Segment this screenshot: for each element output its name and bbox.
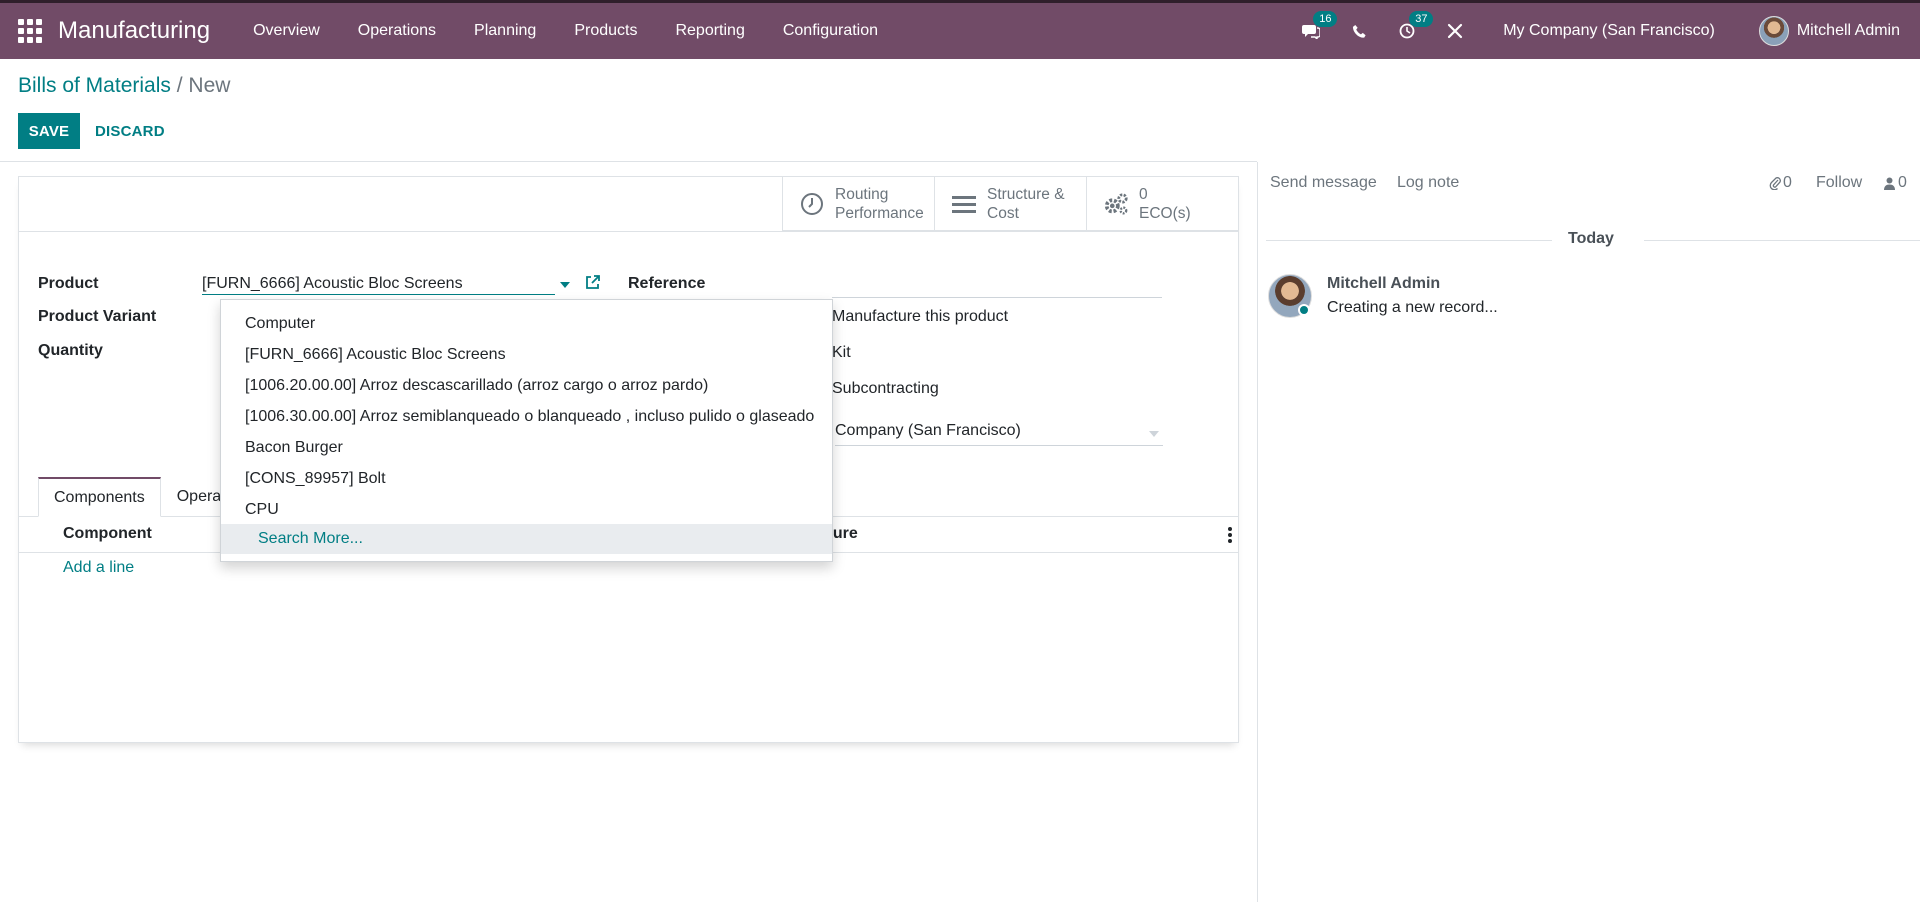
- gears-icon: [1103, 191, 1129, 217]
- save-button[interactable]: SAVE: [18, 113, 80, 149]
- external-link-icon[interactable]: [584, 274, 602, 292]
- menu-planning[interactable]: Planning: [474, 22, 536, 40]
- product-dropdown-caret-icon[interactable]: [560, 282, 570, 288]
- dropdown-item[interactable]: Bacon Burger: [245, 439, 343, 457]
- company-switcher[interactable]: My Company (San Francisco): [1503, 22, 1715, 40]
- menu-overview[interactable]: Overview: [253, 22, 320, 40]
- dropdown-item[interactable]: [1006.30.00.00] Arroz semiblanqueado o b…: [245, 408, 814, 426]
- message-body: Creating a new record...: [1327, 299, 1498, 316]
- user-name: Mitchell Admin: [1796, 22, 1900, 39]
- product-label: Product: [38, 275, 99, 292]
- eco-label: 0 ECO(s): [1139, 186, 1191, 222]
- search-more-label: Search More...: [258, 530, 363, 547]
- online-status-icon: [1298, 304, 1310, 316]
- clock-icon: [799, 191, 825, 217]
- routing-performance-label: Routing Performance: [835, 186, 924, 222]
- date-divider-right: [1644, 240, 1920, 241]
- user-avatar: [1758, 16, 1789, 46]
- follow-button[interactable]: Follow: [1816, 174, 1862, 192]
- messages-badge: 16: [1313, 11, 1338, 27]
- structure-cost-button[interactable]: Structure & Cost: [934, 177, 1086, 231]
- bars-icon: [951, 191, 977, 217]
- followers-count: 0: [1898, 174, 1907, 191]
- bom-type-kit[interactable]: Kit: [832, 344, 851, 362]
- log-note-button[interactable]: Log note: [1397, 174, 1459, 192]
- date-divider-left: [1266, 240, 1552, 241]
- messages-icon[interactable]: 16: [1301, 11, 1338, 41]
- app-name[interactable]: Manufacturing: [58, 17, 210, 45]
- menu-products[interactable]: Products: [574, 22, 637, 40]
- product-variant-label: Product Variant: [38, 308, 157, 325]
- reference-label: Reference: [628, 275, 706, 292]
- breadcrumb-parent[interactable]: Bills of Materials: [18, 74, 171, 97]
- routing-performance-button[interactable]: Routing Performance: [782, 177, 934, 231]
- tab-components[interactable]: Components: [38, 477, 161, 517]
- smart-button-box: Routing Performance Structure & Cost 0 ECO(…: [782, 177, 1238, 231]
- apps-menu-icon[interactable]: [18, 19, 42, 43]
- phone-icon[interactable]: [1349, 21, 1369, 41]
- attachments-button[interactable]: 0: [1769, 174, 1792, 192]
- bom-type-subcontracting[interactable]: Subcontracting: [832, 380, 939, 398]
- reference-input[interactable]: [832, 297, 1162, 298]
- breadcrumb-separator: /: [176, 74, 183, 97]
- paperclip-icon: [1769, 177, 1781, 190]
- message-author[interactable]: Mitchell Admin: [1327, 275, 1440, 293]
- company-select-value: Company (San Francisco): [835, 422, 1021, 439]
- breadcrumb-current: New: [188, 74, 231, 97]
- quantity-label: Quantity: [38, 342, 103, 359]
- chevron-down-icon: [1149, 431, 1159, 437]
- menu-operations[interactable]: Operations: [358, 22, 436, 40]
- dropdown-item[interactable]: [FURN_6666] Acoustic Bloc Screens: [245, 346, 506, 364]
- user-icon: [1884, 177, 1895, 190]
- dropdown-item[interactable]: CPU: [245, 501, 279, 519]
- dropdown-item[interactable]: [CONS_89957] Bolt: [245, 470, 386, 488]
- activities-icon[interactable]: 37: [1397, 11, 1434, 41]
- user-menu[interactable]: Mitchell Admin: [1758, 16, 1900, 46]
- add-line-link[interactable]: Add a line: [63, 559, 134, 577]
- activities-badge: 37: [1409, 11, 1434, 27]
- chatter-panel: Send message Log note 0 Follow 0 Today M…: [1257, 162, 1920, 902]
- optional-columns-icon[interactable]: [1228, 527, 1232, 543]
- search-more-item[interactable]: Search More...: [221, 524, 832, 554]
- eco-button[interactable]: 0 ECO(s): [1086, 177, 1238, 231]
- company-select[interactable]: Company (San Francisco): [835, 422, 1163, 446]
- breadcrumb: Bills of Materials / New: [18, 74, 230, 98]
- dropdown-item[interactable]: [1006.20.00.00] Arroz descascarillado (a…: [245, 377, 708, 395]
- top-navbar: Manufacturing Overview Operations Planni…: [0, 0, 1920, 59]
- bom-type-manufacture[interactable]: Manufacture this product: [832, 308, 1008, 326]
- menu-reporting[interactable]: Reporting: [675, 22, 744, 40]
- structure-cost-label: Structure & Cost: [987, 186, 1065, 222]
- date-divider-label: Today: [1568, 230, 1614, 247]
- tools-icon[interactable]: [1445, 21, 1465, 41]
- notebook-tabs: Components Operat: [38, 477, 242, 517]
- attachments-count: 0: [1783, 174, 1792, 191]
- discard-button[interactable]: DISCARD: [95, 113, 165, 149]
- column-component[interactable]: Component: [63, 525, 152, 543]
- product-autocomplete-dropdown: Computer [FURN_6666] Acoustic Bloc Scree…: [220, 299, 833, 562]
- button-box-divider: [19, 231, 1238, 232]
- dropdown-item[interactable]: Computer: [245, 315, 315, 333]
- send-message-button[interactable]: Send message: [1270, 174, 1377, 192]
- menu-configuration[interactable]: Configuration: [783, 22, 878, 40]
- followers-button[interactable]: 0: [1884, 174, 1907, 192]
- product-input[interactable]: [FURN_6666] Acoustic Bloc Screens: [202, 265, 555, 295]
